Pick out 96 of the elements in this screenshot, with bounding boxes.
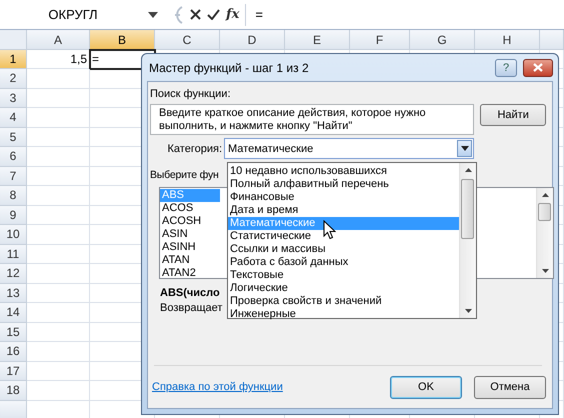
- cancel-button[interactable]: Отмена: [474, 376, 546, 398]
- caret-icon[interactable]: [148, 12, 158, 18]
- function-label: Выберите фун: [150, 169, 219, 181]
- row-header[interactable]: 1: [0, 50, 27, 69]
- dropdown-button[interactable]: [457, 140, 472, 157]
- row-header[interactable]: 11: [0, 244, 27, 264]
- row-header[interactable]: 2: [0, 69, 27, 88]
- category-option[interactable]: 10 недавно использовавшихся: [228, 165, 459, 178]
- table-cell[interactable]: [27, 303, 90, 322]
- table-cell[interactable]: [27, 88, 90, 108]
- help-button[interactable]: ?: [495, 58, 517, 76]
- table-cell[interactable]: [27, 128, 90, 147]
- cancel-icon[interactable]: [190, 9, 201, 20]
- check-icon[interactable]: [207, 9, 220, 20]
- table-cell[interactable]: [27, 206, 90, 225]
- column-header[interactable]: D: [220, 30, 285, 50]
- row-header[interactable]: 17: [0, 362, 27, 381]
- insert-function-button[interactable]: fx: [226, 7, 240, 22]
- table-cell[interactable]: [27, 342, 90, 362]
- row-header[interactable]: 7: [0, 166, 27, 186]
- table-cell[interactable]: [27, 69, 90, 88]
- category-option[interactable]: Проверка свойств и значений: [228, 295, 459, 308]
- row-header[interactable]: 4: [0, 108, 27, 128]
- scrollbar[interactable]: [459, 163, 476, 318]
- formula-field[interactable]: =: [246, 7, 263, 22]
- column-header[interactable]: C: [155, 30, 220, 50]
- select-all-corner[interactable]: [0, 30, 27, 50]
- function-item[interactable]: ASIN: [160, 228, 220, 241]
- row-header[interactable]: 18: [0, 381, 27, 400]
- table-cell[interactable]: [27, 284, 90, 303]
- search-label: Поиск функции:: [150, 88, 232, 100]
- table-cell[interactable]: [27, 264, 90, 284]
- column-header[interactable]: H: [475, 30, 540, 50]
- scrollbar-thumb[interactable]: [538, 203, 551, 221]
- row-header[interactable]: 5: [0, 128, 27, 147]
- scroll-up-icon[interactable]: [542, 193, 548, 197]
- category-option[interactable]: Инженерные: [228, 308, 459, 321]
- category-option[interactable]: Дата и время: [228, 204, 459, 217]
- table-cell[interactable]: [27, 381, 90, 400]
- scroll-down-icon[interactable]: [542, 269, 548, 273]
- row-header[interactable]: 12: [0, 264, 27, 284]
- table-cell[interactable]: [27, 225, 90, 244]
- mouse-pointer-icon: [323, 220, 336, 240]
- name-box[interactable]: ОКРУГЛ: [0, 4, 146, 26]
- column-header[interactable]: B: [90, 30, 155, 50]
- function-signature: ABS(число: [160, 287, 220, 299]
- close-button[interactable]: [523, 58, 553, 76]
- category-option[interactable]: Логические: [228, 282, 459, 295]
- category-option[interactable]: Финансовые: [228, 191, 459, 204]
- function-item[interactable]: ASINH: [160, 241, 220, 254]
- category-option[interactable]: Статистические: [228, 230, 459, 243]
- ok-button[interactable]: OK: [390, 376, 462, 398]
- table-cell[interactable]: [27, 147, 90, 166]
- row-header[interactable]: 13: [0, 284, 27, 303]
- column-header[interactable]: E: [285, 30, 350, 50]
- column-header[interactable]: [540, 30, 564, 50]
- table-cell[interactable]: [27, 186, 90, 206]
- column-header[interactable]: A: [27, 30, 90, 50]
- category-label: Категория:: [166, 142, 223, 154]
- scrollbar-thumb[interactable]: [461, 179, 474, 239]
- row-header[interactable]: 16: [0, 342, 27, 362]
- find-button[interactable]: Найти: [480, 104, 546, 126]
- category-option[interactable]: Текстовые: [228, 269, 459, 282]
- category-option[interactable]: Работа с базой данных: [228, 256, 459, 269]
- row-header[interactable]: 9: [0, 206, 27, 225]
- caret-icon[interactable]: [460, 146, 468, 151]
- row-header[interactable]: 8: [0, 186, 27, 206]
- scrollbar[interactable]: [536, 188, 553, 278]
- search-field[interactable]: Введите краткое описание действия, которое нужно выполнить, и нажмите кнопку "Найти": [150, 104, 474, 135]
- row-header[interactable]: 10: [0, 225, 27, 244]
- row-header[interactable]: 3: [0, 88, 27, 108]
- function-item[interactable]: ACOSH: [160, 215, 220, 228]
- category-option[interactable]: Ссылки и массивы: [228, 243, 459, 256]
- table-cell[interactable]: [27, 362, 90, 381]
- category-option[interactable]: Полный алфавитный перечень: [228, 178, 459, 191]
- table-cell[interactable]: 1,5: [27, 50, 90, 69]
- function-item[interactable]: ATAN: [160, 254, 220, 267]
- category-value: Математические: [228, 142, 314, 154]
- table-cell[interactable]: [27, 244, 90, 264]
- function-item[interactable]: ACOS: [160, 202, 220, 215]
- function-description: Возвращает: [160, 302, 222, 314]
- column-header[interactable]: G: [410, 30, 475, 50]
- row-header[interactable]: 15: [0, 322, 27, 342]
- help-link[interactable]: Справка по этой функции: [152, 381, 390, 393]
- row-header[interactable]: [0, 400, 27, 418]
- scroll-up-icon[interactable]: [464, 168, 472, 172]
- scroll-down-icon[interactable]: [464, 309, 472, 313]
- column-header[interactable]: F: [350, 30, 410, 50]
- row-header[interactable]: 6: [0, 147, 27, 166]
- function-item[interactable]: ATAN2: [160, 267, 220, 280]
- row-header[interactable]: 14: [0, 303, 27, 322]
- close-icon[interactable]: [533, 63, 543, 72]
- table-cell[interactable]: [27, 108, 90, 128]
- category-dropdown[interactable]: Математические: [224, 138, 474, 159]
- table-cell[interactable]: [27, 322, 90, 342]
- table-cell[interactable]: [27, 166, 90, 186]
